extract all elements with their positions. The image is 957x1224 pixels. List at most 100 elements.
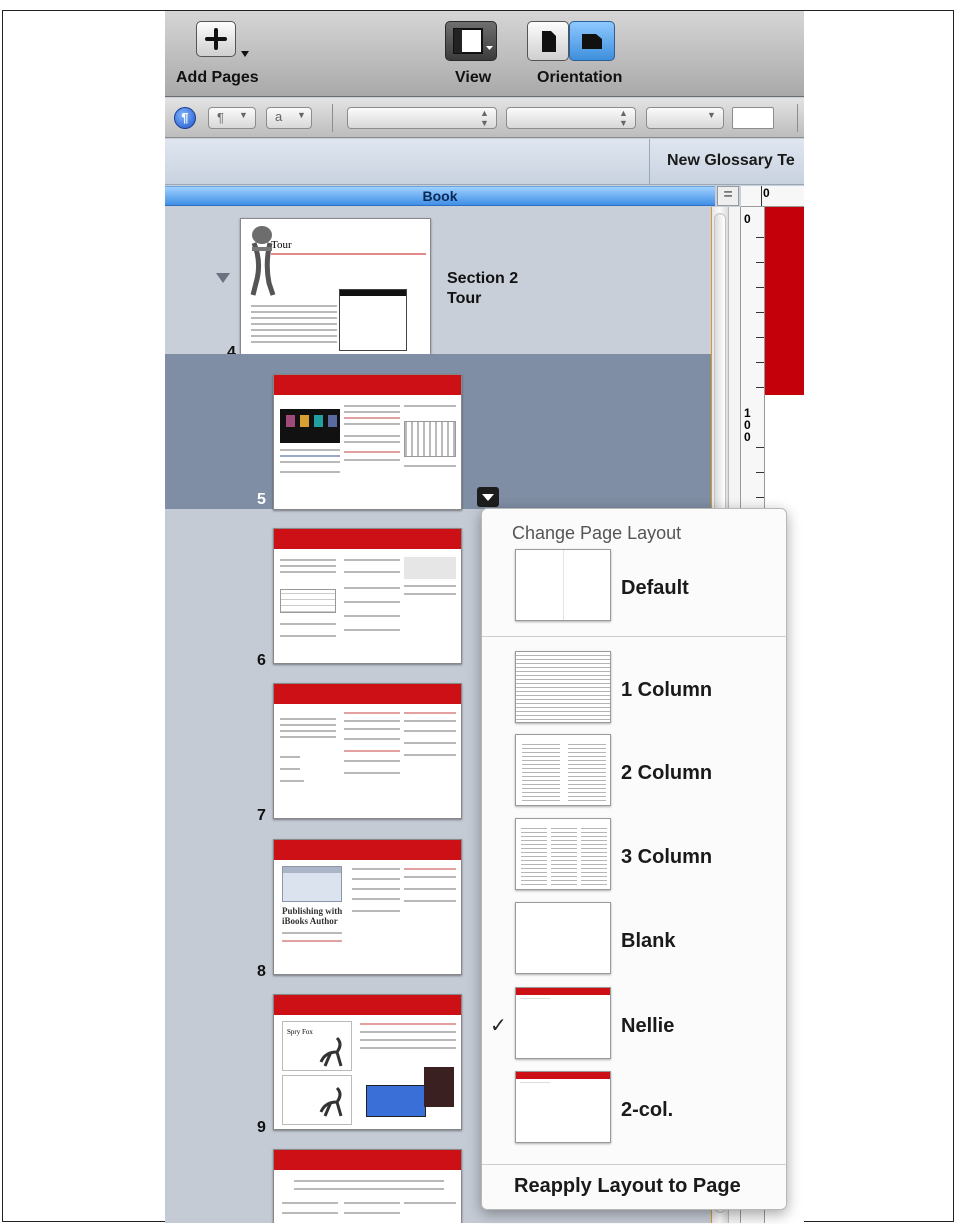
kangaroo-illustration bbox=[319, 1036, 343, 1067]
toolbar: Add Pages View Orientation bbox=[165, 11, 804, 97]
portrait-page-icon bbox=[542, 31, 556, 52]
section-row[interactable]: Tour 4 Section 2 Tour bbox=[165, 207, 711, 361]
kangaroo-illustration bbox=[319, 1086, 343, 1117]
view-button[interactable] bbox=[445, 21, 497, 61]
page-thumbnail[interactable] bbox=[273, 1149, 462, 1223]
toolbar-divider bbox=[797, 104, 798, 132]
page-thumbnail[interactable]: Publishing with iBooks Author bbox=[273, 839, 462, 975]
landscape-page-icon bbox=[582, 34, 602, 49]
menu-item-label: Nellie bbox=[621, 1015, 675, 1037]
dropdown-arrow-icon bbox=[241, 51, 249, 57]
character-style-value: a bbox=[275, 109, 283, 124]
glossary-bar: New Glossary Te bbox=[165, 139, 804, 185]
view-label: View bbox=[455, 69, 492, 86]
menu-item-label: 2-col. bbox=[621, 1099, 674, 1121]
ruler-toggle[interactable]: = bbox=[717, 186, 739, 206]
stepper-arrows-icon: ▲ ▼ bbox=[480, 108, 489, 128]
menu-item-label: Blank bbox=[621, 930, 676, 952]
toolbar-divider bbox=[332, 104, 333, 132]
plus-icon bbox=[205, 28, 227, 50]
page9-heading: Spry Fox bbox=[287, 1028, 313, 1036]
dark-panel-graphic bbox=[424, 1067, 454, 1107]
thumb-rule bbox=[271, 253, 426, 255]
layout-preview-2-col bbox=[515, 1071, 611, 1143]
app-screenshot bbox=[280, 409, 340, 443]
page-number: 5 bbox=[257, 491, 266, 508]
table-graphic bbox=[404, 421, 456, 457]
highlight-box bbox=[404, 557, 456, 579]
page-thumbnail[interactable] bbox=[273, 528, 462, 664]
menu-item-label: 2 Column bbox=[621, 762, 713, 784]
font-size-popup[interactable]: ▼ bbox=[646, 107, 724, 129]
stepper-arrows-icon: ▲ ▼ bbox=[619, 108, 628, 128]
section-title: Section 2 bbox=[447, 270, 519, 287]
menu-item-blank[interactable]: Blank bbox=[482, 902, 786, 982]
page-thumbnail[interactable] bbox=[273, 374, 462, 510]
page-thumbnail[interactable]: Spry Fox bbox=[273, 994, 462, 1130]
view-icon bbox=[453, 28, 493, 54]
popup-arrow-icon: ▼ bbox=[239, 110, 248, 120]
popup-arrow-icon: ▼ bbox=[297, 110, 306, 120]
add-pages-label: Add Pages bbox=[176, 69, 259, 86]
orientation-portrait-button[interactable] bbox=[527, 21, 569, 61]
table-graphic bbox=[280, 589, 336, 613]
menu-item-3-column[interactable]: 3 Column bbox=[482, 818, 786, 898]
page-number: 6 bbox=[257, 652, 266, 669]
layout-preview-3-column bbox=[515, 818, 611, 890]
layout-preview-default bbox=[515, 549, 611, 621]
paragraph-style-popup[interactable]: ¶ ▼ bbox=[208, 107, 256, 129]
dialog-screenshot bbox=[366, 1085, 426, 1117]
section-thumb-title: Tour bbox=[271, 239, 292, 251]
glossary-divider bbox=[649, 139, 650, 185]
spry-fox-card bbox=[282, 1075, 352, 1125]
layout-menu-trigger[interactable] bbox=[477, 487, 499, 507]
ruler-tick bbox=[761, 186, 762, 206]
orientation-label: Orientation bbox=[537, 69, 623, 86]
menu-item-label: Default bbox=[621, 577, 689, 599]
sidebar-box bbox=[339, 289, 407, 351]
menu-item-label: 3 Column bbox=[621, 846, 713, 868]
page-header-band bbox=[765, 207, 804, 395]
ruler-100-label: 1 0 0 bbox=[744, 406, 751, 444]
disclosure-triangle-icon[interactable] bbox=[216, 273, 230, 283]
font-style-popup[interactable]: ▲ ▼ bbox=[506, 107, 636, 129]
text-color-well[interactable] bbox=[732, 107, 774, 129]
menu-separator bbox=[482, 1164, 786, 1165]
horizontal-ruler: 0 bbox=[741, 186, 804, 207]
book-panel-header: Book bbox=[165, 186, 715, 206]
popup-arrow-icon: ▼ bbox=[707, 110, 716, 120]
menu-item-2-col[interactable]: 2-col. bbox=[482, 1071, 786, 1151]
layout-preview-blank bbox=[515, 902, 611, 974]
menu-item-nellie[interactable]: ✓ Nellie bbox=[482, 987, 786, 1067]
new-glossary-term-button[interactable]: New Glossary Te bbox=[667, 152, 795, 170]
page-number: 8 bbox=[257, 963, 266, 980]
ruler-zero-label: 0 bbox=[744, 212, 751, 226]
layout-preview-2-column bbox=[515, 734, 611, 806]
menu-item-default[interactable]: Default bbox=[482, 549, 786, 629]
layout-preview-nellie bbox=[515, 987, 611, 1059]
checkmark-icon: ✓ bbox=[490, 1015, 507, 1037]
character-style-popup[interactable]: a ▼ bbox=[266, 107, 312, 129]
selected-page-row[interactable]: 5 bbox=[165, 354, 711, 510]
menu-item-2-column[interactable]: 2 Column bbox=[482, 734, 786, 814]
reapply-layout-button[interactable]: Reapply Layout to Page bbox=[514, 1175, 741, 1198]
invisibles-toggle[interactable]: ¶ bbox=[174, 107, 196, 129]
page8-heading: Publishing with iBooks Author bbox=[282, 906, 343, 926]
orientation-landscape-button[interactable] bbox=[569, 21, 615, 61]
menu-separator bbox=[482, 636, 786, 637]
ruler-zero-label: 0 bbox=[763, 186, 770, 200]
change-page-layout-menu: Change Page Layout Default 1 Column 2 Co… bbox=[481, 508, 787, 1210]
page-thumbnail[interactable] bbox=[273, 683, 462, 819]
chevron-down-icon bbox=[482, 494, 494, 501]
section-thumbnail[interactable]: Tour bbox=[240, 218, 431, 358]
format-bar: ¶ ¶ ▼ a ▼ ▲ ▼ ▲ ▼ ▼ bbox=[165, 98, 804, 138]
menu-item-label: 1 Column bbox=[621, 679, 713, 701]
section-subtitle: Tour bbox=[447, 290, 482, 307]
paragraph-style-value: ¶ bbox=[217, 110, 224, 125]
font-family-popup[interactable]: ▲ ▼ bbox=[347, 107, 497, 129]
menu-item-1-column[interactable]: 1 Column bbox=[482, 651, 786, 731]
add-pages-button[interactable] bbox=[196, 21, 236, 57]
screenshot-graphic bbox=[282, 866, 342, 902]
layout-preview-1-column bbox=[515, 651, 611, 723]
page-number: 9 bbox=[257, 1119, 266, 1136]
